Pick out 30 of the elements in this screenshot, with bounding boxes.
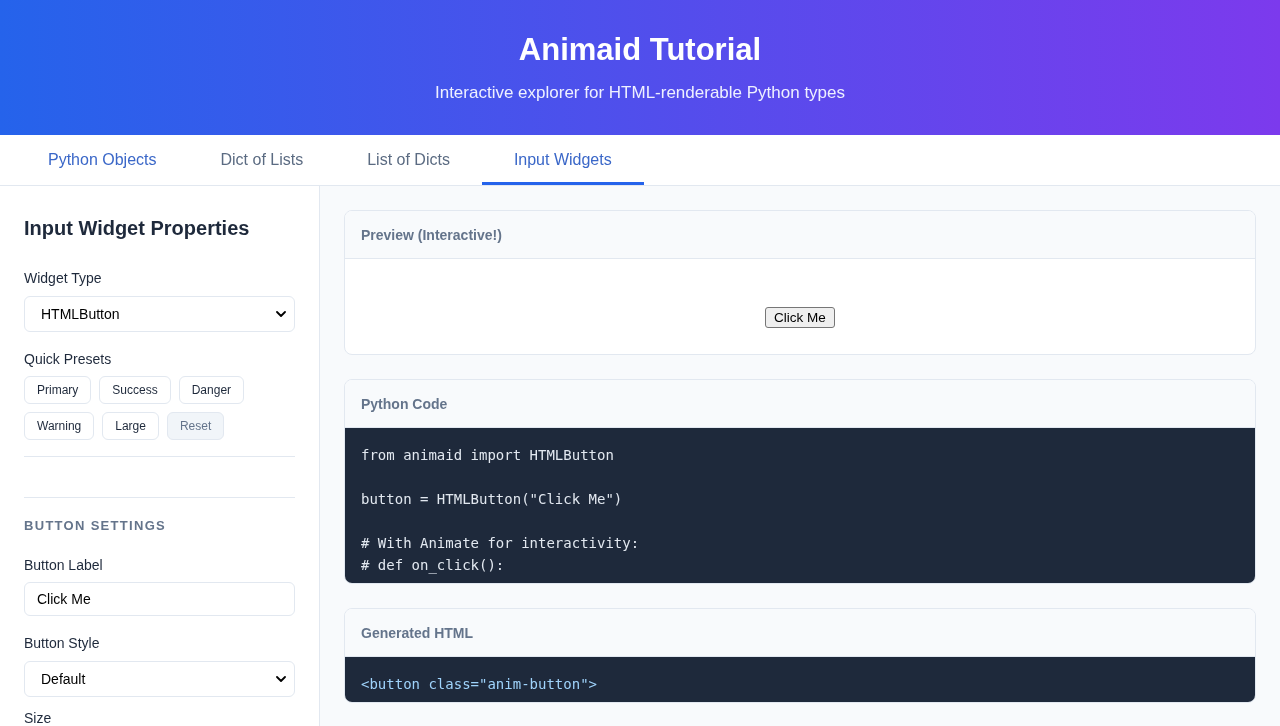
- tab[interactable]: Python Objects: [16, 135, 189, 185]
- app-title: Animaid Tutorial: [518, 32, 762, 68]
- tab[interactable]: Dict of Lists: [188, 135, 336, 185]
- reset-button[interactable]: Reset: [166, 412, 225, 440]
- code-block: <button class="anim-button">: [345, 657, 1255, 702]
- field-label: Button Style: [24, 634, 101, 653]
- preset-button[interactable]: Success: [99, 376, 171, 404]
- section-heading: BUTTON SETTINGS: [24, 517, 168, 535]
- panel-title: Generated HTML: [361, 624, 473, 641]
- preset-button[interactable]: Large: [102, 412, 159, 440]
- chevron-down-icon: [276, 311, 286, 317]
- dropdown-select[interactable]: Default: [24, 661, 295, 697]
- field-label: Widget Type: [24, 269, 103, 288]
- preset-button[interactable]: Primary: [24, 376, 92, 404]
- text-input[interactable]: Click Me: [24, 582, 295, 616]
- preview-button[interactable]: Click Me: [765, 307, 835, 328]
- code-block: from animaid import HTMLButton button = HTMLButton("Click Me") # With Animate for interactivity: # def on_click():: [345, 428, 1255, 583]
- field-label: Button Label: [24, 556, 104, 575]
- field-label: Size: [24, 711, 53, 726]
- dropdown-select[interactable]: HTMLButton: [24, 296, 295, 332]
- preset-button[interactable]: Danger: [178, 376, 245, 404]
- panel-title: Preview (Interactive!): [361, 226, 502, 243]
- tab[interactable]: List of Dicts: [335, 135, 482, 185]
- app-subtitle: Interactive explorer for HTML-renderable Python types: [434, 82, 846, 104]
- preset-button[interactable]: Warning: [24, 412, 95, 440]
- chevron-down-icon: [276, 676, 286, 682]
- sidebar-title: Input Widget Properties: [24, 216, 251, 241]
- tab[interactable]: Input Widgets: [481, 135, 644, 185]
- field-label: Quick Presets: [24, 350, 113, 369]
- panel-title: Python Code: [361, 395, 448, 412]
